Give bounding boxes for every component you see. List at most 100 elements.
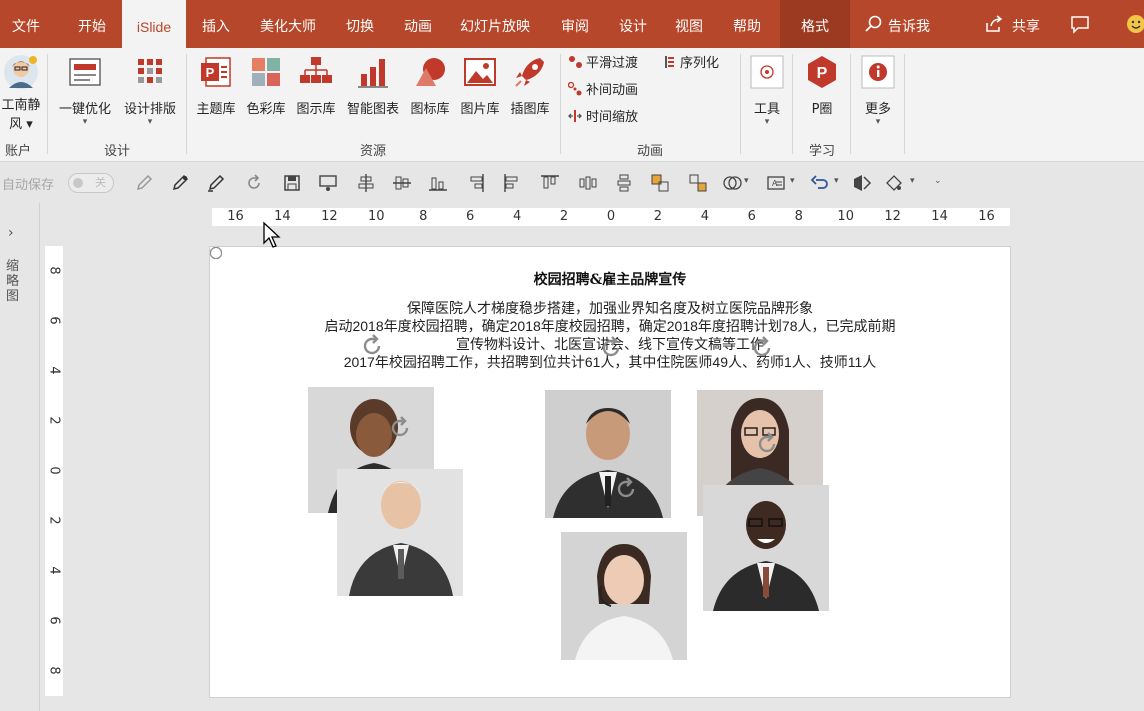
align-top-icon[interactable] — [540, 173, 560, 193]
tween-animation-button[interactable]: 补间动画 — [568, 80, 638, 102]
group-divider — [47, 54, 48, 154]
ruler-tick-label: 6 — [46, 616, 62, 625]
ruler-tick-label: 10 — [368, 209, 385, 224]
p-circle-button[interactable]: P P圈 — [800, 54, 844, 117]
account-name-line2: 风 ▾ — [9, 117, 33, 132]
tab-format[interactable]: 格式 — [780, 0, 850, 48]
serialize-button[interactable]: 序列化 — [662, 53, 719, 75]
expand-thumbnails-icon[interactable]: › — [8, 225, 14, 241]
smiley-icon[interactable] — [1126, 14, 1144, 34]
autosave-toggle[interactable]: 关 — [68, 173, 114, 193]
undo-icon[interactable] — [810, 173, 830, 193]
undo-dropdown-icon[interactable]: ▾ — [834, 176, 839, 186]
search-icon[interactable] — [864, 14, 884, 34]
illustration-library-button[interactable]: 插图库 — [506, 54, 554, 117]
rotation-handle-icon[interactable] — [749, 335, 775, 361]
rotation-handle-icon[interactable] — [754, 431, 780, 457]
shape-union-icon[interactable] — [722, 173, 742, 193]
eyedropper-fill-icon[interactable] — [170, 173, 190, 193]
textbox-dropdown-icon[interactable]: ▾ — [790, 176, 795, 186]
rotation-handle-icon[interactable] — [359, 333, 385, 359]
rotation-handle-icon[interactable] — [598, 335, 624, 361]
design-layout-button[interactable]: 设计排版 ▾ — [118, 54, 182, 127]
one-click-optimize-button[interactable]: 一键优化 ▾ — [54, 54, 116, 127]
group-label-design: 设计 — [103, 144, 130, 159]
time-scale-icon — [568, 110, 582, 122]
one-click-optimize-label: 一键优化 — [58, 102, 111, 117]
color-palette-icon — [252, 58, 280, 86]
photo-man-glasses[interactable] — [703, 485, 829, 611]
smart-chart-button[interactable]: 智能图表 — [342, 54, 404, 117]
align-middle-icon[interactable] — [392, 173, 412, 193]
diagram-library-button[interactable]: 图示库 — [292, 54, 340, 117]
icon-library-button[interactable]: 图标库 — [406, 54, 454, 117]
rotation-handle-icon[interactable] — [613, 476, 639, 502]
tab-transitions[interactable]: 切换 — [334, 0, 386, 48]
photo-senior-man[interactable] — [337, 469, 463, 596]
edit-shape-icon[interactable] — [884, 173, 904, 193]
tools-button[interactable]: 工具 ▾ — [746, 54, 788, 127]
align-left-icon[interactable] — [502, 173, 522, 193]
account-button[interactable]: 工南静 风 ▾ — [0, 54, 42, 132]
group-divider — [740, 54, 741, 154]
account-name-line1: 工南静 — [1, 98, 41, 113]
tab-beautify[interactable]: 美化大师 — [248, 0, 328, 48]
vertical-ruler[interactable]: 8 6 4 2 0 2 4 6 8 — [45, 246, 63, 696]
group-label-resources: 资源 — [359, 144, 386, 159]
tab-file[interactable]: 文件 — [0, 0, 52, 48]
tab-help[interactable]: 帮助 — [724, 0, 770, 48]
save-icon[interactable] — [282, 173, 302, 193]
slide-canvas[interactable]: 校园招聘&雇主品牌宣传 保障医院人才梯度稳步搭建，加强业界知名度及树立医院品牌形… — [209, 246, 1011, 698]
illustration-library-label: 插图库 — [510, 102, 550, 117]
eyedropper-line-icon[interactable] — [206, 173, 226, 193]
photo-woman-headset[interactable] — [561, 532, 687, 660]
more-button[interactable]: 更多 ▾ — [856, 54, 900, 127]
tab-islide[interactable]: iSlide — [122, 0, 186, 48]
rotation-handle-icon[interactable] — [387, 415, 413, 441]
ruler-tick-label: 6 — [466, 209, 475, 224]
photo-man-in-suit[interactable] — [545, 390, 671, 518]
grid-layout-icon — [138, 59, 162, 83]
theme-library-button[interactable]: P 主题库 — [192, 54, 240, 117]
distribute-horizontal-icon[interactable] — [578, 173, 598, 193]
theme-library-label: 主题库 — [196, 102, 236, 117]
tab-animations[interactable]: 动画 — [392, 0, 444, 48]
thumbnail-pane-label[interactable]: 缩略图 — [6, 259, 20, 304]
align-right-icon[interactable] — [466, 173, 486, 193]
color-library-button[interactable]: 色彩库 — [242, 54, 290, 117]
bar-chart-icon — [358, 59, 388, 88]
smooth-transition-button[interactable]: 平滑过渡 — [568, 53, 638, 75]
textbox-icon[interactable]: A — [766, 173, 786, 193]
tab-home[interactable]: 开始 — [62, 0, 122, 48]
animation-painter-icon[interactable] — [852, 173, 872, 193]
tab-slideshow[interactable]: 幻灯片放映 — [450, 0, 540, 48]
tab-view[interactable]: 视图 — [666, 0, 712, 48]
presenter-view-icon[interactable] — [318, 173, 338, 193]
image-library-button[interactable]: 图片库 — [456, 54, 504, 117]
share-icon[interactable] — [984, 14, 1004, 34]
align-bottom-icon[interactable] — [428, 173, 448, 193]
eyedropper-icon[interactable] — [134, 173, 154, 193]
rotate-icon[interactable] — [244, 173, 264, 193]
ruler-tick-label: 8 — [46, 666, 62, 675]
resize-handle[interactable] — [210, 247, 222, 259]
time-scale-button[interactable]: 时间缩放 — [568, 107, 638, 129]
customize-toolbar-icon[interactable]: ⌄ — [934, 176, 942, 186]
tell-me-box[interactable]: 告诉我 — [888, 0, 942, 48]
comment-icon[interactable] — [1070, 14, 1090, 34]
slide-title[interactable]: 校园招聘&雇主品牌宣传 — [210, 269, 1010, 289]
shape-union-dropdown-icon[interactable]: ▾ — [744, 176, 749, 186]
group-icon[interactable] — [650, 173, 670, 193]
group-divider — [850, 54, 851, 154]
ungroup-icon[interactable] — [688, 173, 708, 193]
tab-insert[interactable]: 插入 — [190, 0, 242, 48]
body-line: 保障医院人才梯度稳步搭建，加强业界知名度及树立医院品牌形象 — [407, 300, 813, 316]
tab-design[interactable]: 设计 — [610, 0, 656, 48]
edit-shape-dropdown-icon[interactable]: ▾ — [910, 176, 915, 186]
share-button[interactable]: 共享 — [1012, 0, 1052, 48]
horizontal-ruler[interactable]: 16 14 12 10 8 6 4 2 0 2 4 6 8 10 12 14 16 — [212, 208, 1010, 226]
align-center-vertical-icon[interactable] — [356, 173, 376, 193]
group-label-animation: 动画 — [636, 144, 663, 159]
tab-review[interactable]: 审阅 — [552, 0, 598, 48]
distribute-vertical-icon[interactable] — [614, 173, 634, 193]
